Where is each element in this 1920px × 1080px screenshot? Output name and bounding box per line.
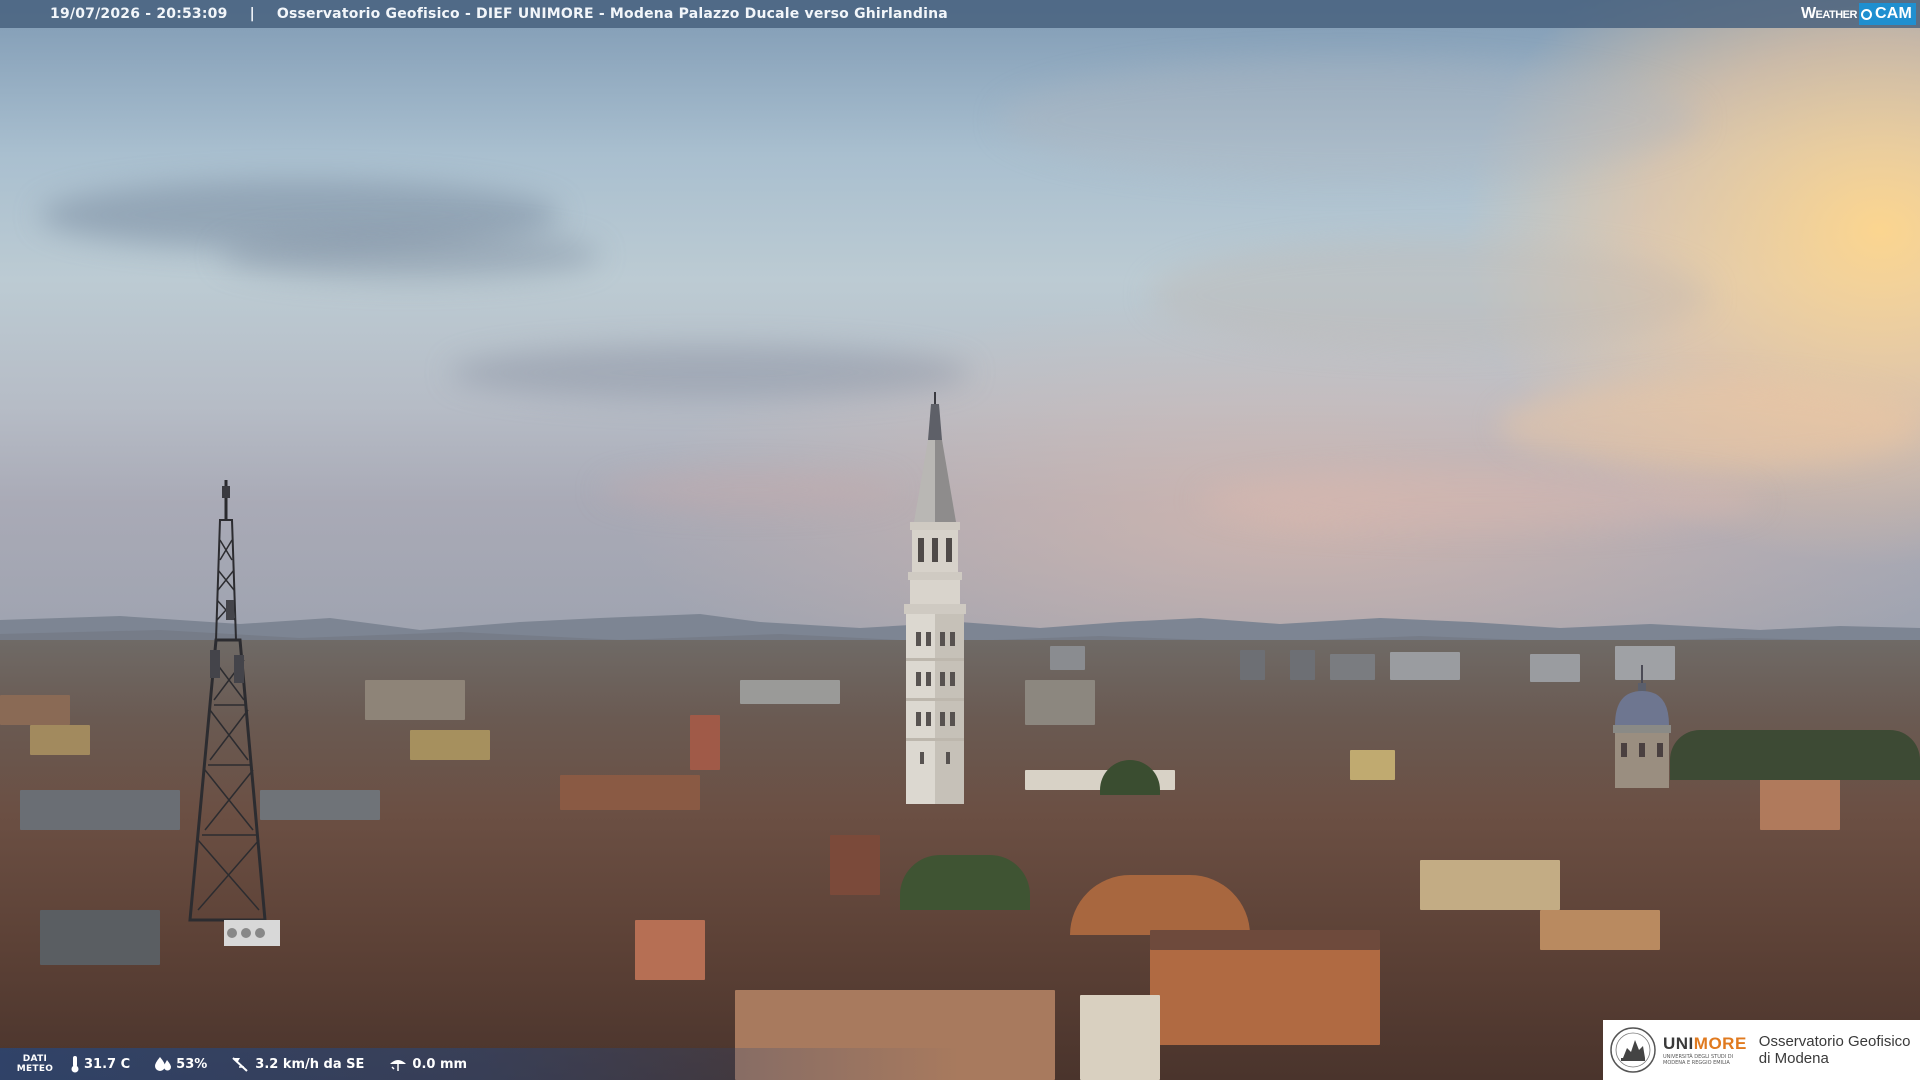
temperature-reading: 31.7 C xyxy=(70,1055,130,1073)
webcam-title: Osservatorio Geofisico - DIEF UNIMORE - … xyxy=(276,6,948,22)
roof xyxy=(1150,930,1380,950)
university-seal-icon xyxy=(1610,1027,1656,1073)
building xyxy=(1240,650,1265,680)
webcam-header-bar: 19/07/2026 - 20:53:09 | Osservatorio Geo… xyxy=(0,0,1920,28)
humidity-reading: 53% xyxy=(154,1056,207,1072)
wind-reading: 3.2 km/h da SE xyxy=(231,1055,364,1073)
building xyxy=(0,695,70,725)
unimore-wordmark: UNIMORE UNIVERSITÀ DEGLI STUDI DI MODENA… xyxy=(1663,1034,1747,1066)
building xyxy=(365,680,465,720)
temperature-value: 31.7 C xyxy=(84,1056,131,1072)
observatory-name-line1: Osservatorio Geofisico xyxy=(1758,1033,1911,1050)
ghirlandina-tower xyxy=(904,392,966,804)
building xyxy=(690,715,720,770)
building xyxy=(30,725,90,755)
trees xyxy=(1100,760,1160,795)
building xyxy=(1760,775,1840,830)
cloud xyxy=(1200,470,1760,530)
building xyxy=(1330,654,1375,680)
meteo-label-line1: DATI xyxy=(22,1054,48,1064)
weather-data-bar: DATI METEO 31.7 C 53% 3.2 km/h da SE 0.0… xyxy=(0,1048,1600,1080)
trees xyxy=(1670,730,1920,780)
lens-icon xyxy=(1860,8,1872,20)
meteo-label-line2: METEO xyxy=(16,1064,54,1074)
building xyxy=(560,775,700,810)
webcam-frame: 19/07/2026 - 20:53:09 | Osservatorio Geo… xyxy=(0,0,1920,1080)
building xyxy=(1025,680,1095,725)
unimore-logo-box: UNIMORE UNIVERSITÀ DEGLI STUDI DI MODENA… xyxy=(1603,1020,1920,1080)
brand-cam-box: CAM xyxy=(1858,3,1916,25)
building xyxy=(1420,860,1560,910)
humidity-value: 53% xyxy=(176,1056,208,1072)
building xyxy=(410,730,490,760)
cloud xyxy=(1000,60,1700,180)
unimore-name-part1: UNI xyxy=(1663,1034,1694,1053)
building xyxy=(1050,646,1085,670)
cloud xyxy=(600,470,900,510)
trees xyxy=(900,855,1030,910)
wind-value: 3.2 km/h da SE xyxy=(255,1056,365,1072)
church-dome-right xyxy=(1613,665,1671,788)
unimore-name-part2: MORE xyxy=(1693,1034,1747,1053)
cloud xyxy=(1500,380,1920,470)
building xyxy=(1540,910,1660,950)
building xyxy=(1150,935,1380,1045)
cloud xyxy=(1150,240,1710,350)
brand-cam-text: CAM xyxy=(1874,5,1912,22)
building xyxy=(1530,654,1580,682)
rain-value: 0.0 mm xyxy=(412,1056,468,1072)
church-dome xyxy=(1070,875,1250,935)
weathercam-logo: Weather CAM xyxy=(1801,3,1916,25)
building xyxy=(1350,750,1395,780)
building xyxy=(1390,652,1460,680)
cloud xyxy=(220,230,600,280)
rain-gauge-icon xyxy=(390,1060,407,1071)
observatory-name: Osservatorio Geofisico di Modena xyxy=(1759,1033,1911,1067)
building xyxy=(830,835,880,895)
header-separator: | xyxy=(249,6,255,22)
building xyxy=(740,680,840,704)
building xyxy=(1290,650,1315,680)
rain-reading: 0.0 mm xyxy=(388,1056,467,1072)
antenna-tower xyxy=(188,480,280,946)
timestamp: 19/07/2026 - 20:53:09 xyxy=(50,6,228,22)
building xyxy=(20,790,180,830)
unimore-subtitle: UNIVERSITÀ DEGLI STUDI DI MODENA E REGGI… xyxy=(1663,1054,1734,1066)
brand-weather-text: Weather xyxy=(1800,5,1858,22)
unimore-name: UNIMORE xyxy=(1663,1034,1747,1054)
humidity-drop-icon xyxy=(155,1057,172,1071)
meteo-label: DATI METEO xyxy=(0,1054,70,1074)
building xyxy=(635,920,705,980)
observatory-name-line2: di Modena xyxy=(1758,1050,1829,1067)
wind-vane-icon xyxy=(232,1057,248,1072)
building xyxy=(40,910,160,965)
thermometer-icon xyxy=(71,1056,79,1073)
